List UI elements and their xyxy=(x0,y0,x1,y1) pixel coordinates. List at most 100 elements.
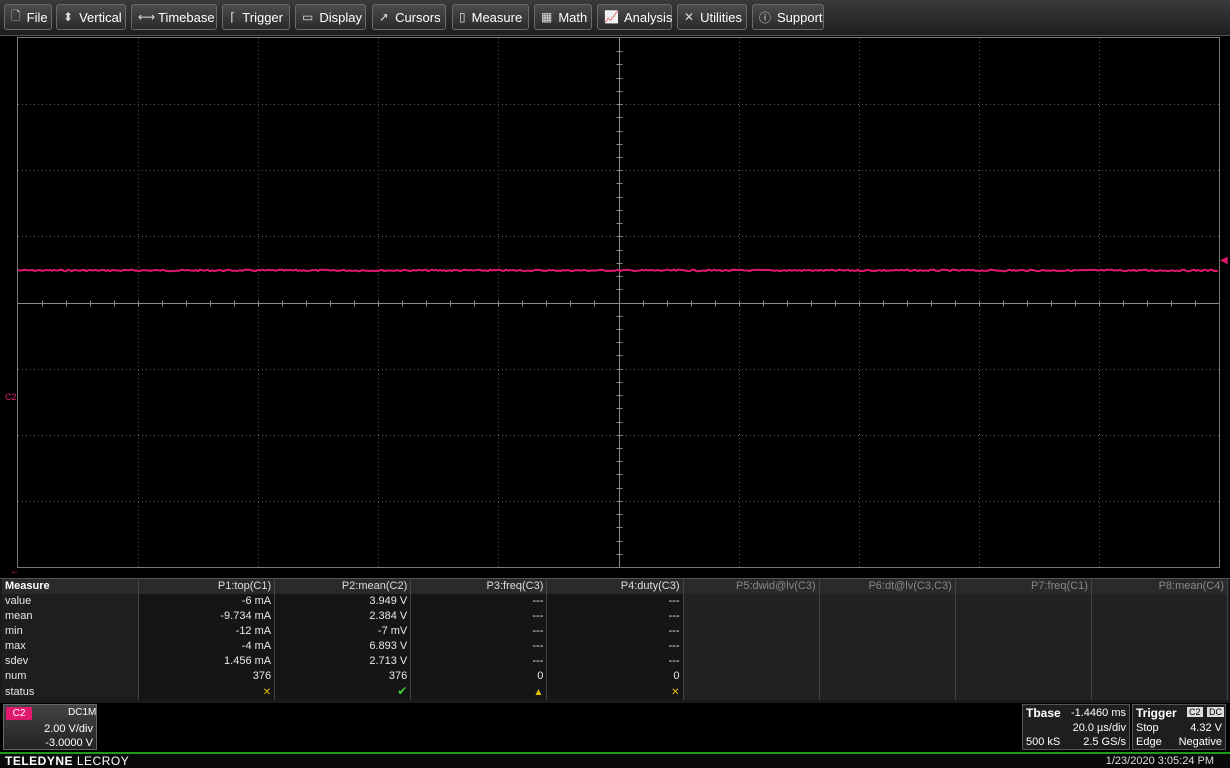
measure-cell: -4 mA xyxy=(138,639,276,654)
channel-offset: -3.0000 V xyxy=(45,737,93,749)
status-ok-icon: ✔ xyxy=(397,684,408,698)
measure-cell-empty xyxy=(1091,609,1229,624)
grid-svg xyxy=(18,38,1219,567)
measure-row-num: num 376 376 0 0 xyxy=(2,669,1229,684)
measure-column-p6[interactable]: P6:dt@lv(C3,C3) xyxy=(819,579,956,594)
measure-cell-empty xyxy=(683,639,820,654)
trigger-slope: Negative xyxy=(1178,736,1222,748)
brand-logo: TELEDYNE LECROY xyxy=(5,754,130,768)
measure-column-p5[interactable]: P5:dwid@lv(C3) xyxy=(683,579,820,594)
waveform-grid[interactable] xyxy=(17,37,1220,568)
trigger-level: 4.32 V xyxy=(1190,722,1222,734)
menu-measure-button[interactable]: ▯ Measure xyxy=(452,4,529,30)
measure-cell: 376 xyxy=(274,669,412,684)
menu-label: Measure xyxy=(471,9,523,25)
menu-timebase-button[interactable]: ⟷ Timebase xyxy=(131,4,217,30)
measure-cell-empty xyxy=(1091,654,1229,669)
measure-column-p7[interactable]: P7:freq(C1) xyxy=(955,579,1092,594)
measure-cell: --- xyxy=(410,639,548,654)
measure-header[interactable]: Measure xyxy=(2,579,139,594)
measure-cell: --- xyxy=(546,594,684,609)
measure-row-label: mean xyxy=(2,609,139,624)
status-warning-icon: ▲ xyxy=(533,686,544,698)
measure-status-cell: ▲ xyxy=(410,684,548,700)
trigger-type: Edge xyxy=(1136,736,1162,748)
menu-bar: 🗋 File ⬍ Vertical ⟷ Timebase ⌈ Trigger ▭ Display ➚… xyxy=(0,0,1230,36)
measure-cell: --- xyxy=(546,624,684,639)
measure-cell-empty xyxy=(1091,624,1229,639)
menu-vertical-button[interactable]: ⬍ Vertical xyxy=(56,4,126,30)
measure-cell-empty xyxy=(683,684,820,700)
utilities-icon: ✕ xyxy=(684,10,695,24)
trigger-level-marker[interactable]: ◀ xyxy=(1220,255,1228,266)
menu-file-button[interactable]: 🗋 File xyxy=(4,4,52,30)
trigger-descriptor[interactable]: Trigger C2 DC Stop 4.32 V Edge Negative xyxy=(1132,704,1226,750)
menu-trigger-button[interactable]: ⌈ Trigger xyxy=(222,4,290,30)
measure-cell: 0 xyxy=(410,669,548,684)
measure-cell-empty xyxy=(955,639,1092,654)
trigger-title: Trigger xyxy=(1136,706,1177,720)
measure-icon: ▯ xyxy=(459,10,466,24)
menu-label: Display xyxy=(319,9,362,25)
measure-cell: 1.456 mA xyxy=(138,654,276,669)
measure-column-p2[interactable]: P2:mean(C2) xyxy=(274,579,412,594)
measure-cell: 376 xyxy=(138,669,276,684)
footer-bar: TELEDYNE LECROY 1/23/2020 3:05:24 PM xyxy=(0,754,1230,768)
math-icon: ▦ xyxy=(541,10,553,24)
measure-cell-empty xyxy=(955,654,1092,669)
measure-status-cell: ✕ xyxy=(138,684,276,700)
measure-cell-empty xyxy=(955,609,1092,624)
status-invalid-icon: ✕ xyxy=(262,686,272,698)
menu-utilities-button[interactable]: ✕ Utilities xyxy=(677,4,747,30)
measure-cell: --- xyxy=(410,594,548,609)
menu-label: Cursors xyxy=(395,9,441,25)
measure-row-label: sdev xyxy=(2,654,139,669)
measure-cell: -7 mV xyxy=(274,624,412,639)
measure-cell-empty xyxy=(819,669,956,684)
cursors-icon: ➚ xyxy=(379,10,390,24)
measure-column-p4[interactable]: P4:duty(C3) xyxy=(546,579,684,594)
channel-ground-marker[interactable]: C2 xyxy=(5,392,17,402)
measure-column-p1[interactable]: P1:top(C1) xyxy=(138,579,276,594)
measure-cell: --- xyxy=(546,609,684,624)
measure-cell-empty xyxy=(819,639,956,654)
date-time: 1/23/2020 3:05:24 PM xyxy=(1105,755,1214,767)
measure-cell-empty xyxy=(955,594,1092,609)
measure-status-cell: ✔ xyxy=(274,684,412,700)
measure-cell-empty xyxy=(683,654,820,669)
measure-cell-empty xyxy=(1091,669,1229,684)
menu-label: File xyxy=(26,9,48,25)
measure-row-label: value xyxy=(2,594,139,609)
horizontal-position-marker[interactable]: ← xyxy=(10,566,20,577)
menu-math-button[interactable]: ▦ Math xyxy=(534,4,592,30)
menu-label: Timebase xyxy=(158,9,215,25)
menu-analysis-button[interactable]: 📈 Analysis xyxy=(597,4,672,30)
measure-cell-empty xyxy=(819,624,956,639)
measure-cell: 3.949 V xyxy=(274,594,412,609)
channel-coupling: DC1M xyxy=(68,707,97,718)
measure-cell-empty xyxy=(819,684,956,700)
measure-cell-empty xyxy=(683,624,820,639)
timebase-descriptor[interactable]: Tbase -1.4460 ms 20.0 µs/div 500 kS 2.5 … xyxy=(1022,704,1130,750)
menu-label: Vertical xyxy=(79,9,122,25)
measure-row-status: status ✕ ✔ ▲ ✕ xyxy=(2,684,1229,700)
menu-display-button[interactable]: ▭ Display xyxy=(295,4,366,30)
vertical-icon: ⬍ xyxy=(63,10,74,24)
measure-cell-empty xyxy=(819,609,956,624)
menu-cursors-button[interactable]: ➚ Cursors xyxy=(372,4,446,30)
menu-support-button[interactable]: ⓘ Support xyxy=(752,4,824,30)
measure-column-p8[interactable]: P8:mean(C4) xyxy=(1091,579,1229,594)
menu-label: Math xyxy=(558,9,588,25)
measure-cell-empty xyxy=(683,594,820,609)
measure-column-p3[interactable]: P3:freq(C3) xyxy=(410,579,548,594)
measure-row-sdev: sdev 1.456 mA 2.713 V --- --- xyxy=(2,654,1229,669)
measure-cell-empty xyxy=(955,669,1092,684)
channel-descriptor-c2[interactable]: C2 DC1M 2.00 V/div -3.0000 V xyxy=(3,704,97,750)
measure-row-label: min xyxy=(2,624,139,639)
timebase-sample-rate: 2.5 GS/s xyxy=(1083,736,1126,748)
measure-row-label: status xyxy=(2,684,139,700)
analysis-icon: 📈 xyxy=(604,10,619,24)
measure-cell: --- xyxy=(410,609,548,624)
measure-status-cell: ✕ xyxy=(546,684,684,700)
measure-cell: --- xyxy=(546,654,684,669)
